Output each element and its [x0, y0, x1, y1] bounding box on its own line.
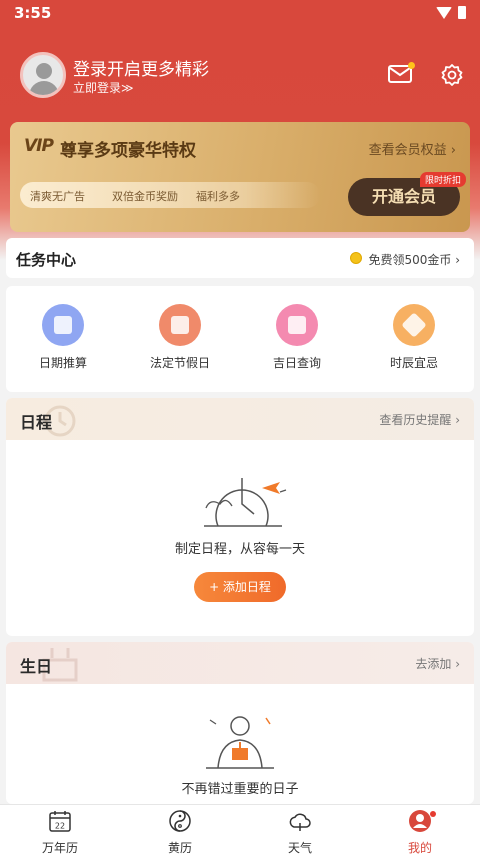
schedule-section: 日程 查看历史提醒 › 制定日程，从容每一天 + 添加日程: [6, 398, 474, 636]
task-center-title: 任务中心: [16, 251, 77, 269]
tab-label: 天气: [287, 841, 312, 854]
status-icons: [436, 6, 466, 19]
schedule-header: 日程 查看历史提醒 ›: [6, 398, 474, 440]
tool-hour-fortune[interactable]: 时辰宜忌: [364, 304, 464, 371]
vip-feature: 福利多多: [196, 190, 240, 203]
tab-weather[interactable]: 天气: [260, 809, 340, 854]
weather-icon: [289, 813, 311, 831]
tab-label: 我的: [407, 841, 432, 854]
yin-yang-icon: [169, 810, 191, 832]
task-reward-link[interactable]: 免费领500金币 ›: [368, 251, 460, 268]
calendar-icon: 22: [49, 811, 71, 832]
hour-fortune-icon: [393, 304, 435, 346]
tool-holidays[interactable]: 法定节假日: [130, 304, 230, 371]
birthday-empty-text: 不再错过重要的日子: [181, 782, 299, 797]
tool-label: 法定节假日: [149, 356, 210, 370]
tab-label: 黄历: [167, 841, 192, 854]
birthday-title: 生日: [20, 657, 53, 676]
schedule-history-link[interactable]: 查看历史提醒 ›: [379, 411, 460, 428]
wifi-icon: [436, 6, 452, 19]
battery-icon: [458, 6, 466, 19]
tool-date-calc[interactable]: 日期推算: [13, 304, 113, 371]
vip-title: 尊享多项豪华特权: [60, 141, 196, 161]
add-schedule-button[interactable]: + 添加日程: [194, 572, 286, 602]
clock-plane-icon: [204, 478, 287, 527]
avatar-body-icon: [29, 81, 59, 95]
vip-features: 清爽无广告 双倍金币奖励 福利多多: [20, 182, 320, 208]
discount-badge: 限时折扣: [420, 172, 467, 187]
tab-calendar[interactable]: 22 万年历: [20, 809, 100, 854]
person-cake-icon: [206, 716, 274, 769]
profile-notification-dot: [430, 811, 436, 817]
tools-grid: 日期推算 法定节假日 吉日查询 时辰宜忌: [6, 286, 474, 392]
schedule-title: 日程: [20, 413, 53, 432]
vip-feature: 双倍金币奖励: [112, 190, 178, 203]
coin-icon: [350, 252, 362, 264]
vip-benefits-link[interactable]: 查看会员权益 ›: [369, 139, 456, 158]
tool-label: 日期推算: [38, 356, 87, 370]
vip-logo: VIP: [24, 136, 54, 156]
birthday-section: 生日 去添加 › 不再错过重要的日子: [6, 642, 474, 804]
calendar-calc-icon: [42, 304, 84, 346]
tab-label: 万年历: [41, 841, 78, 854]
gear-icon[interactable]: [440, 63, 464, 87]
tool-lucky-day[interactable]: 吉日查询: [247, 304, 347, 371]
bottom-tab-bar: 22 万年历 黄历 天气 我的: [0, 804, 480, 854]
calendar-day-number: 22: [55, 822, 65, 831]
schedule-empty-text: 制定日程，从容每一天: [174, 542, 305, 557]
holiday-lantern-icon: [159, 304, 201, 346]
birthday-header: 生日 去添加 ›: [6, 642, 474, 684]
tab-almanac[interactable]: 黄历: [140, 809, 220, 854]
birthday-add-link[interactable]: 去添加 ›: [415, 655, 460, 672]
tool-label: 吉日查询: [272, 356, 321, 370]
task-center-bar[interactable]: 任务中心 免费领500金币 ›: [6, 238, 474, 278]
tab-profile[interactable]: 我的: [380, 809, 460, 854]
login-link[interactable]: 立即登录≫: [73, 79, 134, 96]
vip-feature: 清爽无广告: [30, 190, 85, 203]
status-bar: 3:55: [0, 0, 480, 28]
vip-card[interactable]: VIP 尊享多项豪华特权 查看会员权益 › 清爽无广告 双倍金币奖励 福利多多 …: [10, 122, 470, 232]
avatar-head-icon: [36, 63, 52, 79]
tool-label: 时辰宜忌: [389, 356, 438, 370]
profile-icon: [409, 810, 431, 832]
mail-notification-dot: [408, 62, 415, 69]
avatar[interactable]: [20, 52, 66, 98]
login-title[interactable]: 登录开启更多精彩: [73, 55, 209, 80]
status-time: 3:55: [14, 4, 52, 22]
lucky-day-icon: [276, 304, 318, 346]
